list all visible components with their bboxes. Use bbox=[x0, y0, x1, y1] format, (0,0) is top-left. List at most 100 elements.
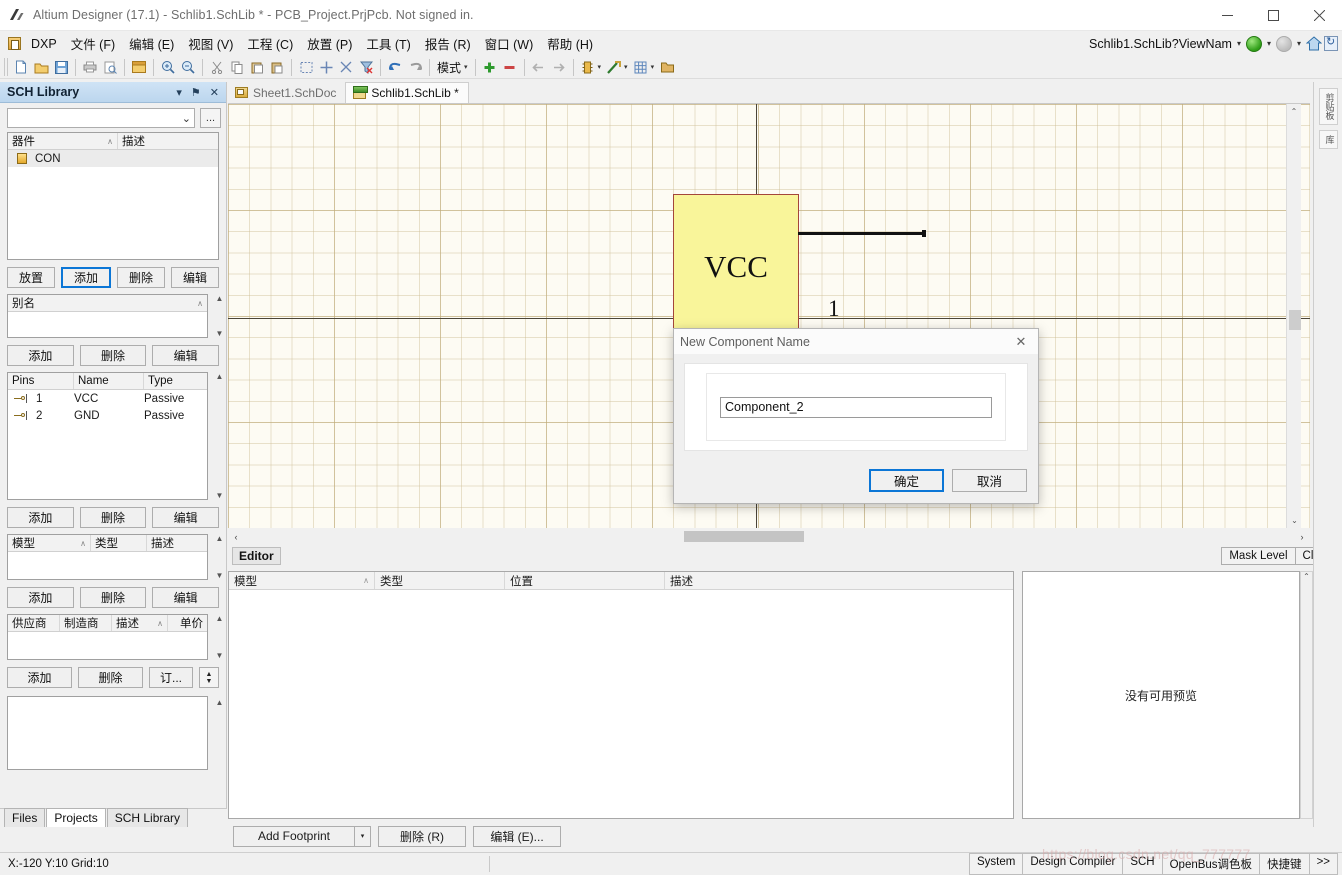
zoom-in-icon[interactable] bbox=[158, 57, 178, 77]
back-arrow-icon[interactable] bbox=[1245, 35, 1262, 52]
menu-dxp[interactable]: DXP bbox=[24, 34, 64, 54]
menu-reports[interactable]: 报告 (R) bbox=[418, 31, 478, 56]
save-icon[interactable] bbox=[51, 57, 71, 77]
right-tab-clipboard[interactable]: 剪贴板 bbox=[1318, 88, 1338, 125]
menu-tools[interactable]: 工具 (T) bbox=[359, 31, 417, 56]
menu-view[interactable]: 视图 (V) bbox=[181, 31, 240, 56]
add-alias-button[interactable]: 添加 bbox=[7, 345, 74, 366]
scroll-down-icon[interactable]: ▼ bbox=[216, 329, 224, 338]
scroll-down-icon[interactable]: ⌄ bbox=[1287, 513, 1302, 528]
panel-dropdown-icon[interactable]: ▾ bbox=[176, 86, 182, 99]
sort-ascending-icon[interactable]: ∧ bbox=[157, 619, 163, 628]
previous-part-icon[interactable] bbox=[529, 57, 549, 77]
sort-ascending-icon[interactable]: ∧ bbox=[80, 539, 86, 548]
order-supplier-button[interactable]: 订... bbox=[149, 667, 193, 688]
scroll-left-icon[interactable]: ‹ bbox=[228, 532, 244, 542]
forward-arrow-icon[interactable] bbox=[1275, 35, 1292, 52]
edit-alias-button[interactable]: 编辑 bbox=[152, 345, 220, 366]
print-icon[interactable] bbox=[80, 57, 100, 77]
next-part-icon[interactable] bbox=[549, 57, 569, 77]
print-preview-icon[interactable] bbox=[100, 57, 120, 77]
status-button-openbus[interactable]: OpenBus调色板 bbox=[1161, 853, 1261, 875]
mode-dropdown-icon[interactable]: ▾ bbox=[464, 63, 471, 71]
toolbar-grip[interactable] bbox=[4, 58, 9, 76]
remove-mode-icon[interactable] bbox=[500, 57, 520, 77]
place-component-icon[interactable] bbox=[578, 57, 598, 77]
back-dropdown-icon[interactable]: ▾ bbox=[1264, 39, 1274, 48]
quantity-stepper[interactable]: ▲ ▼ bbox=[199, 667, 219, 688]
status-button-system[interactable]: System bbox=[968, 853, 1024, 875]
tab-sch-library[interactable]: SCH Library bbox=[106, 808, 189, 827]
stepper-down-icon[interactable]: ▼ bbox=[206, 678, 213, 685]
delete-alias-button[interactable]: 删除 bbox=[79, 345, 147, 366]
canvas-vertical-scrollbar[interactable]: ⌃ ⌄ bbox=[1286, 104, 1301, 528]
cancel-button[interactable]: 取消 bbox=[952, 469, 1027, 492]
sort-ascending-icon[interactable]: ∧ bbox=[107, 137, 113, 146]
panel-pin-icon[interactable]: ⚑ bbox=[191, 86, 201, 99]
preview-scrollbar[interactable]: ⌃ bbox=[1300, 571, 1313, 819]
menu-window[interactable]: 窗口 (W) bbox=[478, 31, 541, 56]
add-pin-button[interactable]: 添加 bbox=[7, 507, 74, 528]
address-field[interactable]: Schlib1.SchLib?ViewNam bbox=[1085, 37, 1232, 51]
tab-projects[interactable]: Projects bbox=[46, 808, 106, 827]
delete-pin-button[interactable]: 删除 bbox=[79, 507, 147, 528]
add-footprint-split-button[interactable]: Add Footprint ▾ bbox=[233, 825, 371, 847]
stepper-up-icon[interactable]: ▲ bbox=[206, 671, 213, 678]
sort-ascending-icon[interactable]: ∧ bbox=[363, 576, 369, 585]
deselect-icon[interactable] bbox=[336, 57, 356, 77]
suppliers-grid[interactable]: 供应商 制造商 描述 ∧ 单价 bbox=[7, 614, 208, 660]
scroll-up-icon[interactable]: ▲ bbox=[216, 614, 224, 623]
status-button-design-compiler[interactable]: Design Compiler bbox=[1022, 853, 1124, 875]
scroll-up-icon[interactable]: ▲ bbox=[216, 294, 224, 303]
scroll-down-icon[interactable]: ▼ bbox=[216, 571, 224, 580]
address-dropdown-icon[interactable]: ▾ bbox=[1234, 39, 1244, 48]
add-model-button[interactable]: 添加 bbox=[7, 587, 74, 608]
suppliers-scrollbar[interactable]: ▲ ▼ bbox=[214, 614, 225, 660]
menu-file[interactable]: 文件 (F) bbox=[64, 31, 122, 56]
editor-tab[interactable]: Editor bbox=[232, 547, 281, 565]
alias-scrollbar[interactable]: ▲ ▼ bbox=[214, 294, 225, 338]
library-folder-icon[interactable] bbox=[657, 57, 677, 77]
ok-button[interactable]: 确定 bbox=[869, 469, 944, 492]
cut-icon[interactable] bbox=[207, 57, 227, 77]
panel-close-icon[interactable]: ✕ bbox=[210, 86, 219, 99]
add-component-button[interactable]: 添加 bbox=[61, 267, 111, 288]
status-button-shortcuts[interactable]: 快捷键 bbox=[1259, 853, 1310, 875]
supplier-detail-list[interactable] bbox=[7, 696, 208, 770]
refresh-icon[interactable] bbox=[1324, 35, 1338, 51]
delete-model-button[interactable]: 删除 bbox=[79, 587, 147, 608]
menu-help[interactable]: 帮助 (H) bbox=[540, 31, 600, 56]
minimize-button[interactable] bbox=[1204, 0, 1250, 31]
scroll-up-icon[interactable]: ▲ bbox=[216, 372, 224, 381]
table-row[interactable]: CON bbox=[8, 150, 218, 167]
right-tab-libraries[interactable]: 库 bbox=[1318, 130, 1338, 149]
home-icon[interactable] bbox=[1305, 36, 1323, 51]
menu-edit[interactable]: 编辑 (E) bbox=[122, 31, 181, 56]
horizontal-scroll-thumb[interactable] bbox=[684, 531, 804, 542]
pins-scrollbar[interactable]: ▲ ▼ bbox=[214, 372, 225, 500]
forward-dropdown-icon[interactable]: ▾ bbox=[1294, 39, 1304, 48]
library-browse-button[interactable]: ... bbox=[200, 108, 221, 128]
models-scrollbar[interactable]: ▲ ▼ bbox=[214, 534, 225, 580]
alias-grid[interactable]: 别名 ∧ bbox=[7, 294, 208, 338]
add-footprint-button[interactable]: Add Footprint bbox=[233, 825, 355, 847]
scroll-up-icon[interactable]: ▲ bbox=[216, 534, 224, 543]
scroll-up-icon[interactable]: ⌃ bbox=[1303, 572, 1310, 581]
models-grid[interactable]: 模型 ∧ 类型 描述 bbox=[7, 534, 208, 580]
scroll-down-icon[interactable]: ▼ bbox=[216, 491, 224, 500]
doc-tab-schlib1[interactable]: Schlib1.SchLib * bbox=[345, 82, 469, 103]
scroll-up-icon[interactable]: ⌃ bbox=[1287, 104, 1301, 119]
sort-ascending-icon[interactable]: ∧ bbox=[197, 299, 203, 308]
place-pin-icon[interactable] bbox=[604, 57, 624, 77]
status-button-sch[interactable]: SCH bbox=[1122, 853, 1163, 875]
close-button[interactable] bbox=[1296, 0, 1342, 31]
canvas-horizontal-scrollbar[interactable]: ‹ › bbox=[228, 528, 1310, 545]
paste-icon[interactable] bbox=[247, 57, 267, 77]
mode-label[interactable]: 模式 bbox=[434, 59, 464, 76]
select-area-icon[interactable] bbox=[296, 57, 316, 77]
model-list-grid[interactable]: 模型 ∧ 类型 位置 描述 bbox=[228, 571, 1014, 819]
copy-icon[interactable] bbox=[227, 57, 247, 77]
menu-project[interactable]: 工程 (C) bbox=[240, 31, 300, 56]
undo-icon[interactable] bbox=[385, 57, 405, 77]
open-folder-icon[interactable] bbox=[31, 57, 51, 77]
